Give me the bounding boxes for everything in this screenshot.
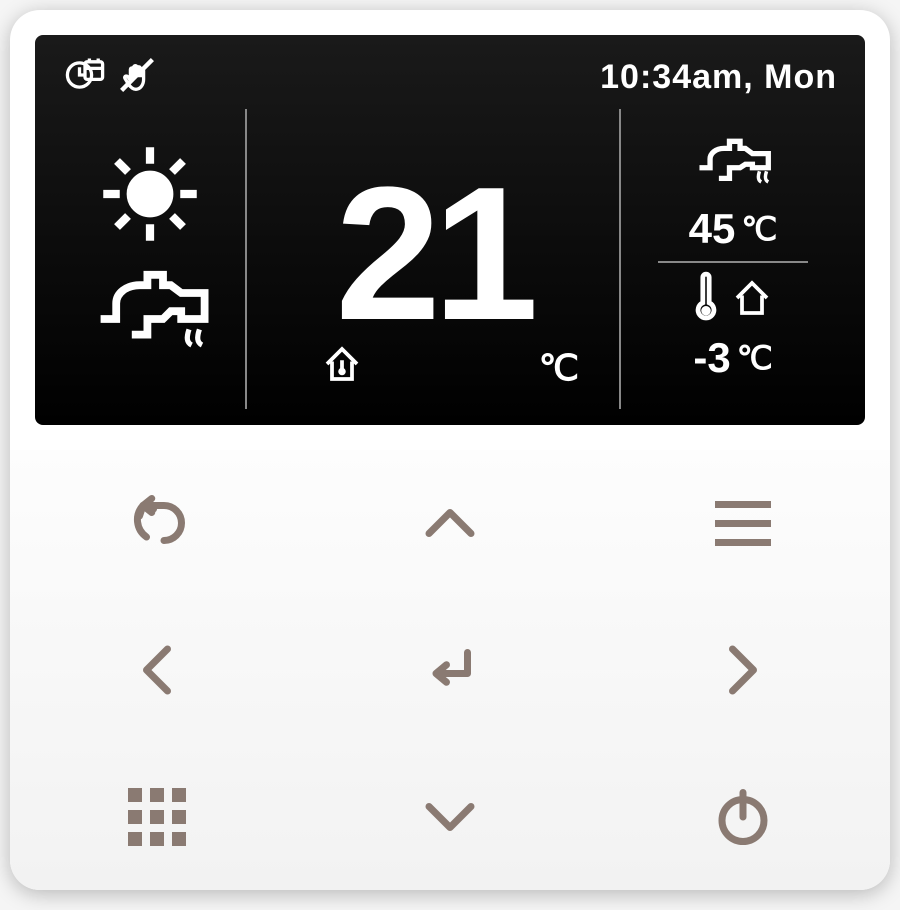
indoor-zone-icon <box>317 339 367 394</box>
thermostat-device: 10:34am, Mon <box>10 10 890 890</box>
setpoint-unit: ℃ <box>539 347 579 389</box>
house-outline-icon <box>727 273 777 328</box>
apps-button[interactable] <box>10 743 303 890</box>
down-button[interactable] <box>303 743 596 890</box>
outdoor-unit: ℃ <box>737 339 773 377</box>
tap-icon <box>85 264 215 379</box>
mode-column <box>55 109 245 409</box>
setpoint-value: 21 <box>335 159 530 349</box>
up-button[interactable] <box>303 450 596 597</box>
apps-icon <box>128 788 186 846</box>
right-button[interactable] <box>597 597 890 744</box>
schedule-icon <box>63 53 107 102</box>
power-button[interactable] <box>597 743 890 890</box>
sun-icon <box>95 139 205 254</box>
enter-button[interactable] <box>303 597 596 744</box>
left-button[interactable] <box>10 597 303 744</box>
outdoor-value: -3 <box>693 334 730 382</box>
back-button[interactable] <box>10 450 303 597</box>
secondary-column: 45 ℃ <box>621 109 845 409</box>
clock-day: 10:34am, Mon <box>600 58 837 97</box>
divider <box>658 261 808 263</box>
dhw-value: 45 <box>689 205 736 253</box>
lcd-screen: 10:34am, Mon <box>35 35 865 425</box>
button-panel <box>10 450 890 890</box>
menu-button[interactable] <box>597 450 890 597</box>
setpoint-column: 21 ℃ <box>245 109 621 409</box>
main-readout: 21 ℃ 45 <box>35 105 865 409</box>
thermometer-icon <box>689 271 723 330</box>
dhw-unit: ℃ <box>741 210 777 248</box>
menu-icon <box>715 501 771 546</box>
status-bar: 10:34am, Mon <box>35 35 865 105</box>
manual-stop-icon <box>115 53 159 102</box>
dhw-tap-icon <box>688 136 778 201</box>
